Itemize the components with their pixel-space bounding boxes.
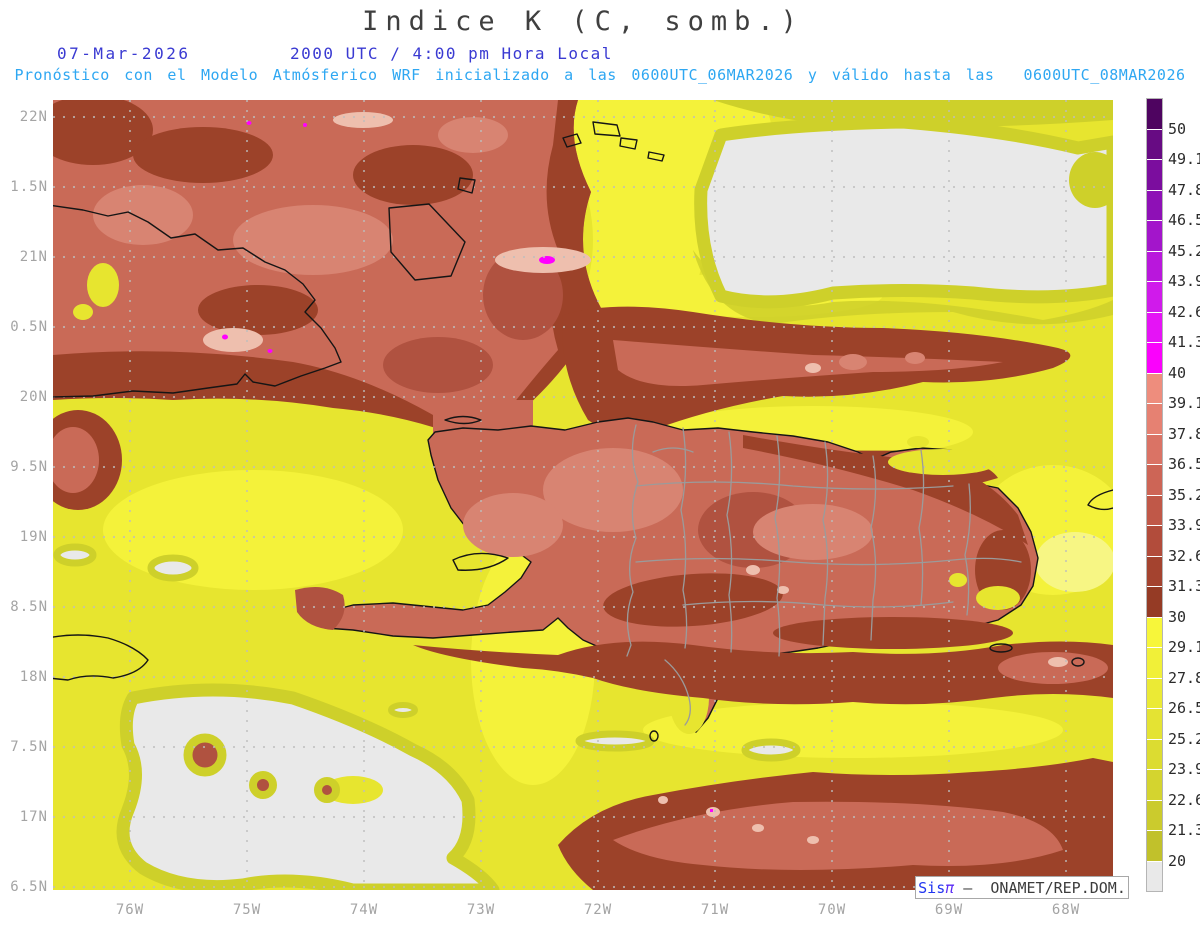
lon-label: 70W <box>817 902 847 918</box>
colorbar-tick-label: 21.3 <box>1168 821 1200 839</box>
lon-label: 76W <box>115 902 145 918</box>
colorbar-tick-label: 23.9 <box>1168 760 1200 778</box>
colorbar-cell <box>1147 434 1162 465</box>
pi-symbol: π <box>945 878 955 897</box>
lat-label: 7.5N <box>10 739 48 755</box>
colorbar-tick-label: 25.2 <box>1168 729 1200 748</box>
colorbar-cell <box>1147 495 1162 526</box>
colorbar-tick-label: 30 <box>1168 607 1187 626</box>
colorbar-tick-label: 46.5 <box>1168 211 1200 229</box>
attribution-org: ONAMET/REP.DOM. <box>990 878 1126 897</box>
colorbar-tick-label: 29.1 <box>1168 638 1200 656</box>
colorbar-cell <box>1147 160 1162 191</box>
colorbar-tick-label: 26.5 <box>1168 699 1200 717</box>
colorbar-cell <box>1147 312 1162 343</box>
colorbar-cell <box>1147 678 1162 709</box>
colorbar-tick-label: 27.8 <box>1168 668 1200 687</box>
map-canvas <box>53 100 1113 890</box>
attribution-separator: – <box>954 878 991 897</box>
colorbar-cell <box>1147 617 1162 648</box>
colorbar-tick-label: 40 <box>1168 363 1187 382</box>
colorbar-cell <box>1147 861 1162 891</box>
lat-label: 17N <box>19 809 48 825</box>
lat-label: 20N <box>19 389 48 405</box>
forecast-date: 07-Mar-2026 <box>57 44 191 63</box>
colorbar-tick-label: 43.9 <box>1168 272 1200 290</box>
lat-label: 1.5N <box>10 179 48 195</box>
lon-label: 68W <box>1051 902 1081 918</box>
model-subtitle: Pronóstico con el Modelo Atmósferico WRF… <box>14 66 1186 84</box>
colorbar-cell <box>1147 648 1162 679</box>
colorbar-cell <box>1147 800 1162 831</box>
colorbar-tick-label: 32.6 <box>1168 546 1200 565</box>
colorbar <box>1146 98 1163 892</box>
colorbar-cell <box>1147 282 1162 313</box>
lat-label: 8.5N <box>10 599 48 615</box>
lat-label: 18N <box>19 669 48 685</box>
weather-map-page: Indice K (C, somb.) 07-Mar-2026 2000 UTC… <box>0 0 1200 927</box>
lat-label: 22N <box>19 109 48 125</box>
colorbar-cell <box>1147 221 1162 252</box>
lon-label: 75W <box>232 902 262 918</box>
colorbar-cell <box>1147 526 1162 557</box>
colorbar-cell <box>1147 190 1162 221</box>
colorbar-tick-label: 37.8 <box>1168 424 1200 443</box>
lat-label: 21N <box>19 249 48 265</box>
colorbar-cell <box>1147 251 1162 282</box>
colorbar-tick-label: 47.8 <box>1168 180 1200 199</box>
lat-label: 0.5N <box>10 319 48 335</box>
forecast-time: 2000 UTC / 4:00 pm Hora Local <box>290 44 613 63</box>
weather-map-svg <box>53 100 1113 890</box>
lon-label: 72W <box>583 902 613 918</box>
colorbar-cell <box>1147 709 1162 740</box>
colorbar-tick-label: 33.9 <box>1168 516 1200 534</box>
colorbar-tick-label: 31.3 <box>1168 577 1200 595</box>
colorbar-tick-label: 20 <box>1168 851 1187 870</box>
colorbar-cell <box>1147 404 1162 435</box>
colorbar-cell <box>1147 770 1162 801</box>
page-title: Indice K (C, somb.) <box>362 6 804 37</box>
lat-label: 19N <box>19 529 48 545</box>
sispi-logo-text: Sis <box>918 878 946 897</box>
colorbar-cell <box>1147 129 1162 160</box>
colorbar-tick-label: 41.3 <box>1168 333 1200 351</box>
attribution-box: Sis π – ONAMET/REP.DOM. <box>915 876 1129 899</box>
colorbar-tick-label: 42.6 <box>1168 302 1200 321</box>
colorbar-tick-label: 49.1 <box>1168 150 1200 168</box>
colorbar-tick-label: 45.2 <box>1168 241 1200 260</box>
colorbar-cell <box>1147 99 1162 130</box>
colorbar-cell <box>1147 465 1162 496</box>
colorbar-cell <box>1147 343 1162 374</box>
lon-label: 74W <box>349 902 379 918</box>
lon-label: 71W <box>700 902 730 918</box>
lat-label: 9.5N <box>10 459 48 475</box>
colorbar-tick-label: 22.6 <box>1168 790 1200 809</box>
colorbar-tick-label: 39.1 <box>1168 394 1200 412</box>
colorbar-cell <box>1147 831 1162 862</box>
colorbar-tick-label: 50 <box>1168 119 1187 138</box>
colorbar-cell <box>1147 587 1162 618</box>
lon-label: 69W <box>934 902 964 918</box>
colorbar-tick-label: 35.2 <box>1168 485 1200 504</box>
colorbar-cell <box>1147 556 1162 587</box>
colorbar-cell <box>1147 739 1162 770</box>
lon-label: 73W <box>466 902 496 918</box>
lat-label: 6.5N <box>10 879 48 895</box>
colorbar-cell <box>1147 373 1162 404</box>
colorbar-tick-label: 36.5 <box>1168 455 1200 473</box>
